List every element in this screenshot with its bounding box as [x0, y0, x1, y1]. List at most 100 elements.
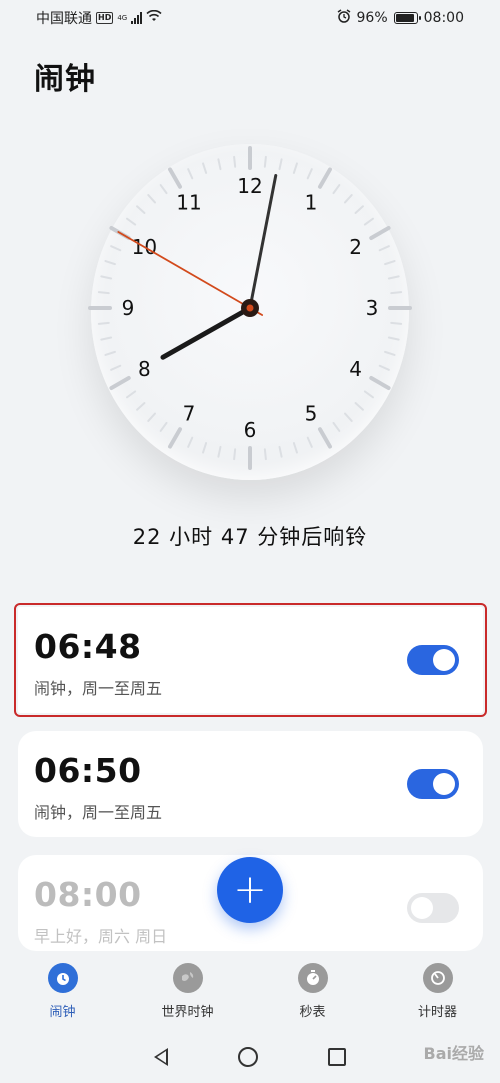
clock-number: 7 [183, 402, 196, 426]
alarm-toggle[interactable] [407, 769, 459, 799]
clock-tick [369, 376, 391, 390]
alarm-card-1[interactable]: 06:50 闹钟，周一至周五 [18, 731, 483, 837]
timer-icon [422, 963, 453, 993]
nav-label: 计时器 [417, 1005, 457, 1020]
clock-number: 12 [237, 174, 262, 198]
clock-tick [147, 412, 156, 422]
alarm-time: 06:50 [34, 751, 142, 790]
clock-tick [97, 321, 110, 325]
back-icon[interactable] [154, 1047, 168, 1066]
nav-item-stopwatch[interactable]: 秒表 [250, 953, 375, 1023]
nav-item-world-clock[interactable]: 世界时钟 [125, 953, 250, 1023]
clock-tick [378, 245, 390, 252]
clock-tick [233, 448, 237, 461]
clock-tick [217, 158, 222, 171]
clock-tick [263, 155, 267, 168]
clock-tick [292, 442, 298, 454]
hd-badge: HD [96, 12, 114, 24]
clock-number: 2 [349, 235, 362, 259]
home-icon[interactable] [238, 1046, 258, 1067]
battery-icon [393, 12, 421, 24]
next-ring-countdown: 22 小时 47 分钟后响铃 [132, 525, 368, 549]
clock-tick [97, 291, 110, 295]
clock-tick [136, 205, 146, 214]
carrier-name: 中国联通 [36, 11, 92, 27]
add-alarm-button[interactable]: + [217, 857, 283, 923]
alarm-toggle[interactable] [407, 645, 459, 675]
clock-tick [126, 217, 137, 226]
clock-tick [306, 168, 313, 180]
clock-tick [136, 402, 146, 411]
clock-tick [354, 402, 364, 411]
clock-tick [387, 336, 400, 341]
clock-tick [369, 226, 391, 240]
clock-tick [344, 412, 353, 422]
clock-tick [318, 167, 332, 189]
clock-tick [159, 184, 168, 195]
clock-tick [104, 260, 116, 266]
clock-tick [278, 445, 283, 458]
nav-label: 世界时钟 [161, 1005, 214, 1020]
clock-tick [306, 436, 313, 448]
watermark: Bai经验 [423, 1044, 484, 1063]
clock-tick [233, 155, 237, 168]
clock-tick [217, 445, 222, 458]
clock-tick [110, 245, 122, 252]
bottom-nav: 闹钟 世界时钟 秒表 计时器 [0, 953, 500, 1023]
clock-tick [202, 442, 208, 454]
clock-tick [159, 421, 168, 432]
clock-number: 9 [122, 296, 135, 320]
second-hand [117, 231, 264, 316]
clock-tick [187, 436, 194, 448]
clock-tick [363, 390, 374, 399]
alarm-card-0[interactable]: 06:48 闹钟，周一至周五 [14, 603, 487, 717]
toggle-knob [411, 897, 433, 919]
clock-center-dot [246, 304, 254, 312]
clock-tick [278, 158, 283, 171]
clock-tick [168, 427, 182, 449]
clock-tick [384, 260, 396, 266]
stopwatch-icon [297, 963, 328, 993]
alarm-label: 早上好，周六 周日 [34, 927, 168, 946]
alarm-label: 闹钟，周一至周五 [34, 803, 163, 822]
clock-number: 5 [305, 402, 318, 426]
clock-tick [354, 205, 364, 214]
hour-hand [160, 305, 253, 360]
clock-dial: 121234567891011 [88, 146, 412, 470]
clock-tick [110, 364, 122, 371]
clock-tick [384, 350, 396, 356]
status-bar: 中国联通 HD 4G 96% 08:00 [0, 0, 500, 36]
clock-tick [104, 350, 116, 356]
alarm-label: 闹钟，周一至周五 [34, 679, 163, 698]
clock-tick [168, 167, 182, 189]
wifi-icon [146, 9, 162, 26]
status-right: 96% 08:00 [337, 9, 464, 27]
alarm-status-icon [337, 9, 351, 27]
battery-percent: 96% [356, 10, 388, 26]
nav-item-alarm[interactable]: 闹钟 [0, 953, 125, 1023]
clock-tick [363, 217, 374, 226]
signal-icon [131, 12, 143, 24]
alarm-time: 08:00 [34, 875, 142, 914]
nav-item-timer[interactable]: 计时器 [375, 953, 500, 1023]
toggle-knob [433, 649, 455, 671]
nav-label: 秒表 [299, 1005, 326, 1020]
clock-tick [390, 291, 403, 295]
clock-tick [202, 162, 208, 174]
alarm-toggle[interactable] [407, 893, 459, 923]
clock-tick [332, 421, 341, 432]
clock-tick [100, 275, 113, 280]
recent-apps-icon[interactable] [328, 1047, 346, 1066]
page-title: 闹钟 [34, 62, 96, 97]
clock-tick [109, 376, 131, 390]
clock-number: 8 [138, 357, 151, 381]
alarm-clock-icon [47, 963, 78, 993]
clock-tick [387, 275, 400, 280]
clock-tick [292, 162, 298, 174]
globe-icon [172, 963, 203, 993]
nav-label: 闹钟 [49, 1005, 76, 1020]
clock-number: 11 [176, 190, 201, 214]
clock-number: 3 [366, 296, 379, 320]
clock-tick [390, 321, 403, 325]
clock-tick [318, 427, 332, 449]
